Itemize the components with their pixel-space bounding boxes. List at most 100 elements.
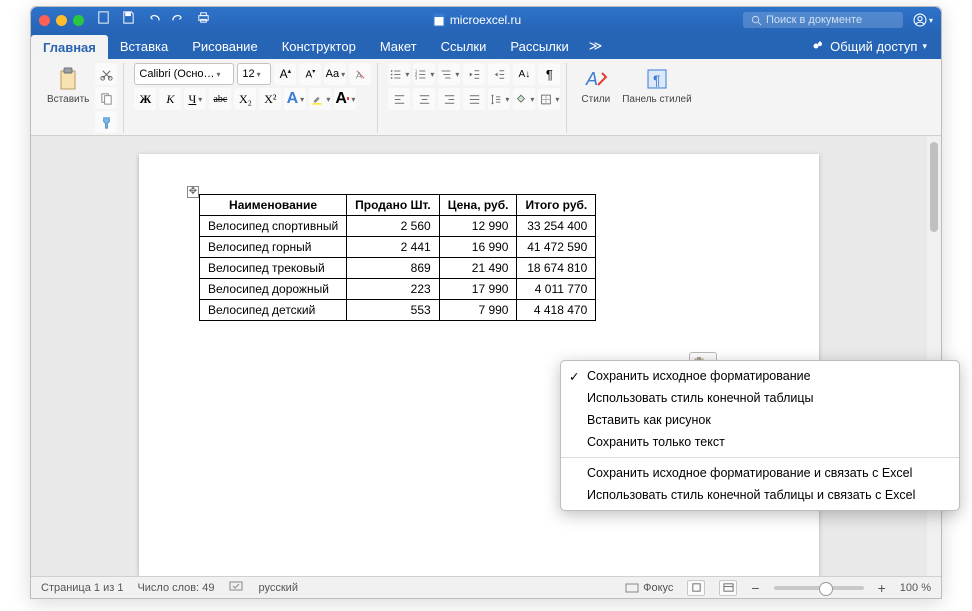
clear-format-icon[interactable]: A (349, 63, 371, 85)
styles-panel-button[interactable]: ¶ Панель стилей (618, 63, 695, 107)
web-layout-view-icon[interactable] (719, 580, 737, 596)
profile-icon[interactable]: ▾ (913, 10, 933, 30)
underline-button[interactable]: Ч▾ (184, 88, 206, 110)
decrease-font-icon[interactable]: A▾ (299, 63, 321, 85)
maximize-window-button[interactable] (73, 15, 84, 26)
superscript-button[interactable]: X² (259, 88, 281, 110)
paste-label: Вставить (47, 94, 89, 105)
format-painter-icon[interactable] (95, 111, 117, 133)
col-header[interactable]: Продано Шт. (347, 195, 440, 216)
table-cell[interactable]: Велосипед детский (200, 300, 347, 321)
justify-icon[interactable] (463, 88, 485, 110)
highlight-icon[interactable]: ▾ (309, 88, 331, 110)
bold-button[interactable]: Ж (134, 88, 156, 110)
numbering-icon[interactable]: 123▾ (413, 63, 435, 85)
table-cell[interactable]: 223 (347, 279, 440, 300)
redo-icon[interactable] (171, 10, 186, 30)
tab-home[interactable]: Главная (31, 35, 108, 59)
sort-icon[interactable]: A↓ (513, 63, 535, 85)
tab-insert[interactable]: Вставка (108, 33, 180, 59)
tab-references[interactable]: Ссылки (429, 33, 499, 59)
tab-draw[interactable]: Рисование (180, 33, 269, 59)
bullets-icon[interactable]: ▾ (388, 63, 410, 85)
show-marks-icon[interactable]: ¶ (538, 63, 560, 85)
paste-as-picture[interactable]: Вставить как рисунок (561, 409, 959, 431)
zoom-out-button[interactable]: − (751, 580, 759, 596)
table-cell[interactable]: 2 441 (347, 237, 440, 258)
print-icon[interactable] (196, 10, 211, 30)
minimize-window-button[interactable] (56, 15, 67, 26)
table-cell[interactable]: 4 418 470 (517, 300, 596, 321)
table-cell[interactable]: 4 011 770 (517, 279, 596, 300)
styles-button[interactable]: A Стили (577, 63, 614, 107)
decrease-indent-icon[interactable] (463, 63, 485, 85)
table-cell[interactable]: 12 990 (439, 216, 517, 237)
undo-icon[interactable] (146, 10, 161, 30)
italic-button[interactable]: К (159, 88, 181, 110)
col-header[interactable]: Наименование (200, 195, 347, 216)
col-header[interactable]: Цена, руб. (439, 195, 517, 216)
col-header[interactable]: Итого руб. (517, 195, 596, 216)
table-cell[interactable]: 16 990 (439, 237, 517, 258)
search-input[interactable]: Поиск в документе (743, 12, 903, 28)
strike-button[interactable]: abc (209, 88, 231, 110)
save-icon[interactable] (121, 10, 136, 30)
page-indicator[interactable]: Страница 1 из 1 (41, 582, 123, 594)
data-table[interactable]: Наименование Продано Шт. Цена, руб. Итог… (199, 194, 596, 321)
borders-icon[interactable]: ▾ (538, 88, 560, 110)
change-case-icon[interactable]: Aa▾ (324, 63, 346, 85)
paste-text-only[interactable]: Сохранить только текст (561, 431, 959, 453)
table-cell[interactable]: Велосипед спортивный (200, 216, 347, 237)
close-window-button[interactable] (39, 15, 50, 26)
zoom-value[interactable]: 100 % (900, 582, 931, 594)
table-anchor-icon[interactable]: ✥ (187, 186, 199, 198)
copy-icon[interactable] (95, 87, 117, 109)
share-button[interactable]: Общий доступ ▾ (797, 33, 941, 59)
focus-mode-button[interactable]: Фокус (625, 582, 673, 594)
svg-text:3: 3 (415, 75, 418, 80)
paste-match-dest[interactable]: Использовать стиль конечной таблицы (561, 387, 959, 409)
multilevel-list-icon[interactable]: ▾ (438, 63, 460, 85)
table-cell[interactable]: 553 (347, 300, 440, 321)
cut-icon[interactable] (95, 63, 117, 85)
print-layout-view-icon[interactable] (687, 580, 705, 596)
increase-font-icon[interactable]: A▴ (274, 63, 296, 85)
word-count[interactable]: Число слов: 49 (137, 582, 214, 594)
font-name-select[interactable]: Calibri (Осно…▾ (134, 63, 234, 85)
paste-match-dest-link[interactable]: Использовать стиль конечной таблицы и св… (561, 484, 959, 506)
table-cell[interactable]: 41 472 590 (517, 237, 596, 258)
tab-design[interactable]: Конструктор (270, 33, 368, 59)
table-cell[interactable]: 17 990 (439, 279, 517, 300)
align-center-icon[interactable] (413, 88, 435, 110)
paste-keep-source-link[interactable]: Сохранить исходное форматирование и связ… (561, 462, 959, 484)
align-left-icon[interactable] (388, 88, 410, 110)
language-indicator[interactable]: русский (259, 582, 298, 594)
text-effects-icon[interactable]: A▾ (284, 88, 306, 110)
tab-layout[interactable]: Макет (368, 33, 429, 59)
align-right-icon[interactable] (438, 88, 460, 110)
table-cell[interactable]: 18 674 810 (517, 258, 596, 279)
table-cell[interactable]: Велосипед трековый (200, 258, 347, 279)
table-cell[interactable]: 21 490 (439, 258, 517, 279)
ribbon-tabs: Главная Вставка Рисование Конструктор Ма… (31, 33, 941, 59)
tab-mailings[interactable]: Рассылки (498, 33, 580, 59)
table-cell[interactable]: 7 990 (439, 300, 517, 321)
table-cell[interactable]: 869 (347, 258, 440, 279)
tab-overflow[interactable]: ≫ (581, 33, 611, 59)
subscript-button[interactable]: X₂ (234, 88, 256, 110)
zoom-in-button[interactable]: + (878, 580, 886, 596)
table-cell[interactable]: Велосипед горный (200, 237, 347, 258)
table-cell[interactable]: 2 560 (347, 216, 440, 237)
zoom-slider[interactable] (774, 586, 864, 590)
table-cell[interactable]: Велосипед дорожный (200, 279, 347, 300)
font-size-select[interactable]: 12▾ (237, 63, 271, 85)
line-spacing-icon[interactable]: ▾ (488, 88, 510, 110)
new-doc-icon[interactable] (96, 10, 111, 30)
shading-icon[interactable]: ▾ (513, 88, 535, 110)
increase-indent-icon[interactable] (488, 63, 510, 85)
paste-keep-source[interactable]: Сохранить исходное форматирование (561, 365, 959, 387)
spellcheck-icon[interactable] (229, 580, 245, 595)
table-cell[interactable]: 33 254 400 (517, 216, 596, 237)
font-color-icon[interactable]: A▾ (334, 88, 356, 110)
paste-button[interactable]: Вставить (43, 63, 93, 133)
